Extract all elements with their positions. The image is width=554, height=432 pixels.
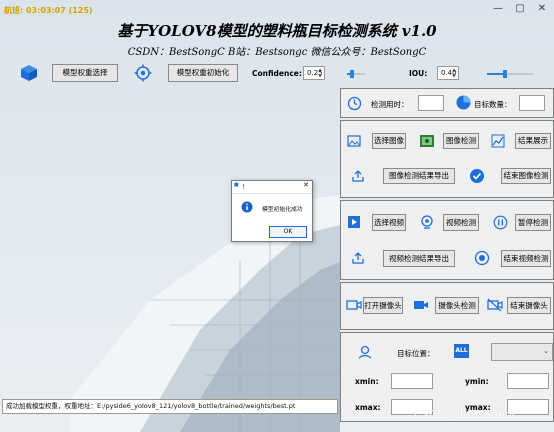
show-result-button[interactable]: 结果展示 bbox=[515, 133, 551, 149]
pie-chart-icon bbox=[456, 95, 471, 110]
ymin-field bbox=[507, 373, 549, 389]
stop-video-detect-button[interactable]: 结束视频检测 bbox=[501, 250, 551, 267]
video-detect-button[interactable]: 视频检测 bbox=[443, 214, 479, 231]
spin-arrows-icon[interactable]: ▲ ▼ bbox=[317, 67, 323, 79]
camera-icon bbox=[346, 300, 362, 310]
count-field bbox=[519, 95, 545, 111]
select-weights-button[interactable]: 模型权重选择 bbox=[52, 64, 118, 82]
location-pin-icon bbox=[358, 345, 372, 359]
message-dialog: ■ ！ ✕ 模型初始化成功 OK bbox=[231, 180, 313, 242]
target-position-label: 目标位置： bbox=[397, 349, 435, 358]
slider-track bbox=[505, 73, 533, 75]
dialog-message: 模型初始化成功 bbox=[262, 207, 303, 213]
title-time-text: 航班: 03:03:07 (125) bbox=[4, 6, 93, 15]
confidence-slider[interactable] bbox=[347, 70, 365, 78]
clock-icon bbox=[347, 96, 362, 111]
xmax-label: xmax: bbox=[355, 403, 381, 412]
select-image-button[interactable]: 选择图像 bbox=[372, 133, 406, 149]
slider-handle[interactable] bbox=[350, 70, 354, 78]
iou-slider[interactable] bbox=[487, 70, 533, 78]
webcam-icon bbox=[421, 215, 433, 229]
export-video-result-button[interactable]: 视频检测结果导出 bbox=[383, 250, 455, 267]
all-targets-icon: ALL bbox=[454, 344, 469, 358]
image-panel: 选择图像 图像检测 结果展示 图像检测结果导出 结束图像检测 bbox=[340, 120, 554, 198]
maximize-button[interactable]: ▢ bbox=[512, 3, 528, 14]
camera-detect-button[interactable]: 摄像头检测 bbox=[435, 297, 479, 314]
spin-arrows-icon[interactable]: ▲ ▼ bbox=[451, 67, 457, 79]
open-camera-button[interactable]: 打开摄像头 bbox=[363, 297, 403, 314]
dialog-divider bbox=[232, 193, 312, 194]
video-file-icon bbox=[348, 216, 360, 228]
camera-panel: 打开摄像头 摄像头检测 结束摄像头 bbox=[340, 282, 554, 330]
chevron-down-icon: ⌄ bbox=[543, 347, 549, 355]
dialog-app-icon: ■ bbox=[234, 182, 239, 188]
cube-icon bbox=[21, 65, 37, 81]
count-label: 目标数量： bbox=[474, 100, 512, 109]
check-circle-icon bbox=[470, 169, 484, 183]
export-image-result-button[interactable]: 图像检测结果导出 bbox=[383, 168, 455, 184]
app-window: 航班: 03:03:07 (125) — ▢ ✕ 基于YOLOV8模型的塑料瓶目… bbox=[0, 0, 554, 432]
target-select[interactable]: ⌄ bbox=[491, 343, 553, 361]
video-panel: 选择视频 视频检测 暂停检测 视频检测结果导出 结束视频检测 bbox=[340, 200, 554, 280]
image-detect-button[interactable]: 图像检测 bbox=[443, 133, 479, 149]
xmin-label: xmin: bbox=[355, 377, 379, 386]
watermark-text: CSDN @BestSongC bbox=[414, 408, 520, 421]
confidence-spinbox[interactable]: 0.25 ▲ ▼ bbox=[303, 66, 325, 80]
upload-icon bbox=[352, 252, 364, 264]
iou-label: IOU: bbox=[409, 69, 428, 78]
image-icon bbox=[347, 135, 361, 147]
gear-target-icon bbox=[134, 64, 152, 82]
page-subtitle: CSDN：BestSongC B站：Bestsongc 微信公众号：BestSo… bbox=[127, 47, 427, 58]
chart-line-icon bbox=[491, 134, 505, 148]
camera-record-icon bbox=[414, 301, 428, 309]
dialog-ok-button[interactable]: OK bbox=[269, 226, 307, 238]
pause-detect-button[interactable]: 暂停检测 bbox=[515, 214, 551, 231]
dialog-close-button[interactable]: ✕ bbox=[303, 181, 309, 189]
image-detect-icon bbox=[420, 135, 434, 147]
iou-spinbox[interactable]: 0.40 ▲ ▼ bbox=[437, 66, 459, 80]
ymin-label: ymin: bbox=[465, 377, 489, 386]
upload-icon bbox=[352, 170, 364, 182]
dialog-title: ！ bbox=[242, 184, 249, 191]
minimize-button[interactable]: — bbox=[490, 3, 506, 14]
stop-image-detect-button[interactable]: 结束图像检测 bbox=[501, 168, 551, 184]
confidence-label: Confidence: bbox=[252, 69, 302, 78]
status-bar: 成功加载模型权重，权重地址：E:/pyside6_yolov8_121/yolo… bbox=[2, 399, 338, 414]
time-field bbox=[418, 95, 444, 111]
page-title: 基于YOLOV8模型的塑料瓶目标检测系统 v1.0 bbox=[117, 22, 437, 40]
init-weights-button[interactable]: 模型权重初始化 bbox=[168, 64, 238, 82]
stats-panel: 检测用时： 目标数量： bbox=[340, 88, 554, 118]
title-bar: 航班: 03:03:07 (125) — ▢ ✕ bbox=[0, 0, 554, 22]
pause-icon bbox=[493, 215, 508, 230]
xmin-field bbox=[391, 373, 433, 389]
select-video-button[interactable]: 选择视频 bbox=[372, 214, 406, 231]
close-window-button[interactable]: ✕ bbox=[534, 3, 550, 14]
stop-circle-icon bbox=[474, 250, 490, 266]
close-camera-button[interactable]: 结束摄像头 bbox=[507, 297, 551, 314]
camera-off-icon bbox=[487, 298, 503, 312]
time-label: 检测用时： bbox=[371, 100, 409, 109]
slider-handle[interactable] bbox=[503, 70, 507, 78]
info-icon bbox=[241, 201, 253, 213]
